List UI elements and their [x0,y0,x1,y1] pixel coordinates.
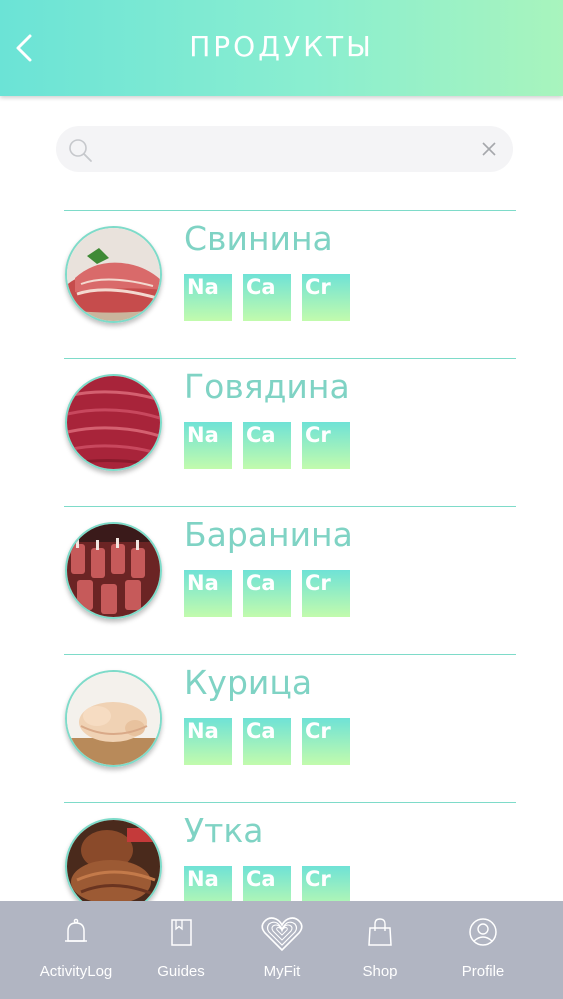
product-name: Говядина [184,367,350,406]
mineral-chips: Na Ca Cr [184,274,350,321]
tab-activitylog[interactable]: ActivityLog [26,901,126,999]
clear-search-button[interactable] [479,139,499,159]
tab-profile[interactable]: Profile [433,901,533,999]
tab-label: ActivityLog [39,963,113,980]
product-name: Баранина [184,515,353,554]
mineral-chip-na[interactable]: Na [184,274,232,321]
tab-guides[interactable]: Guides [131,901,231,999]
mineral-chip-na[interactable]: Na [184,718,232,765]
tab-label: MyFit [263,963,301,980]
mineral-chip-cr[interactable]: Cr [302,274,350,321]
tab-label: Guides [157,963,205,980]
mineral-chip-ca[interactable]: Ca [243,718,291,765]
mineral-chip-ca[interactable]: Ca [243,422,291,469]
mineral-label: Na [187,867,219,891]
heart-fingerprint-icon [261,917,303,952]
app-header: ПРОДУКТЫ [0,0,563,96]
search-icon [69,139,92,162]
mineral-label: Na [187,719,219,743]
mineral-chip-ca[interactable]: Ca [243,570,291,617]
user-circle-icon [469,918,497,946]
product-list: Свинина Na Ca Cr Говядина Na Ca Cr Баран… [64,210,516,950]
bell-icon [65,918,87,942]
search-input[interactable] [102,126,476,174]
product-image-beef [65,374,162,471]
product-name: Курица [184,663,313,702]
tab-label: Profile [461,963,505,980]
product-image-lamb [65,522,162,619]
mineral-label: Na [187,423,219,447]
product-name: Свинина [184,219,333,258]
mineral-chips: Na Ca Cr [184,570,350,617]
tab-label: Shop [362,963,398,980]
mineral-label: Cr [305,275,331,299]
mineral-label: Ca [246,719,276,743]
mineral-chip-na[interactable]: Na [184,422,232,469]
book-icon [171,919,192,946]
page-title: ПРОДУКТЫ [189,30,374,63]
mineral-label: Ca [246,423,276,447]
search-bar [56,126,513,174]
product-image-pork [65,226,162,323]
bottom-tab-bar: ActivityLog Guides MyFit Shop Profile [0,901,563,999]
mineral-chip-cr[interactable]: Cr [302,570,350,617]
tab-shop[interactable]: Shop [330,901,430,999]
mineral-label: Cr [305,423,331,447]
mineral-label: Cr [305,719,331,743]
mineral-label: Ca [246,867,276,891]
mineral-chip-cr[interactable]: Cr [302,422,350,469]
mineral-label: Na [187,275,219,299]
product-item-chicken[interactable]: Курица Na Ca Cr [64,654,516,802]
tab-myfit[interactable]: MyFit [232,901,332,999]
mineral-label: Cr [305,867,331,891]
mineral-label: Na [187,571,219,595]
mineral-chips: Na Ca Cr [184,422,350,469]
product-image-chicken [65,670,162,767]
product-item-beef[interactable]: Говядина Na Ca Cr [64,358,516,506]
product-name: Утка [184,811,264,850]
shopping-bag-icon [368,918,392,946]
product-item-lamb[interactable]: Баранина Na Ca Cr [64,506,516,654]
mineral-chip-na[interactable]: Na [184,570,232,617]
mineral-chip-cr[interactable]: Cr [302,718,350,765]
mineral-chips: Na Ca Cr [184,718,350,765]
mineral-label: Ca [246,571,276,595]
mineral-chip-ca[interactable]: Ca [243,274,291,321]
mineral-label: Cr [305,571,331,595]
product-item-pork[interactable]: Свинина Na Ca Cr [64,210,516,358]
mineral-label: Ca [246,275,276,299]
